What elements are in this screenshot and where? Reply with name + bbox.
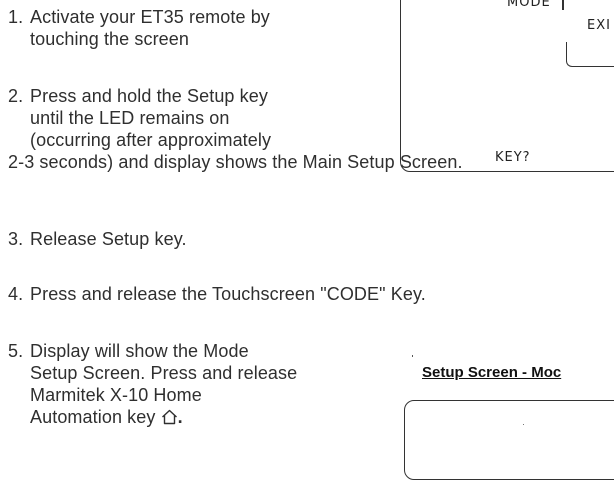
- step-text-line: touching the screen: [30, 29, 190, 49]
- main-setup-screen-diagram: [400, 0, 614, 172]
- step-text-line: Marmitek X-10 Home: [30, 385, 202, 405]
- step-text-line: (occurring after approximately: [30, 130, 272, 150]
- step-text-line-with-icon: Automation key .: [30, 406, 183, 428]
- step-text-line: until the LED remains on: [30, 108, 230, 128]
- step-number: 3.: [8, 229, 24, 249]
- step-text-line: Press and release the Touchscreen "CODE"…: [30, 284, 426, 304]
- key-label: KEY?: [495, 150, 531, 165]
- house-icon: [161, 408, 178, 426]
- step-text-line: Press and hold the Setup key: [30, 86, 268, 106]
- step-number: 4.: [8, 284, 24, 304]
- scan-speck: [412, 355, 413, 357]
- exit-bracket: [566, 42, 614, 67]
- step-text-line: Setup Screen. Press and release: [30, 363, 298, 383]
- step-number: 5.: [8, 341, 24, 361]
- step-number: 1.: [8, 7, 24, 27]
- exit-label: EXI: [587, 18, 611, 33]
- mode-label: MODE: [507, 0, 551, 10]
- mode-setup-screen-title: Setup Screen - Moc: [422, 364, 562, 381]
- step-end-period: .: [177, 407, 183, 427]
- mode-setup-screen-diagram: [404, 400, 614, 480]
- step-text: Automation key: [30, 407, 156, 427]
- step-number: 2.: [8, 86, 24, 106]
- step-text-line: Release Setup key.: [30, 229, 187, 249]
- step-text-line: 2-3 seconds) and display shows the Main …: [8, 152, 463, 172]
- step-text-line: Activate your ET35 remote by: [30, 7, 270, 27]
- step-text-line: Display will show the Mode: [30, 341, 249, 361]
- scan-speck: [523, 424, 524, 425]
- mode-pointer-line: [562, 0, 564, 10]
